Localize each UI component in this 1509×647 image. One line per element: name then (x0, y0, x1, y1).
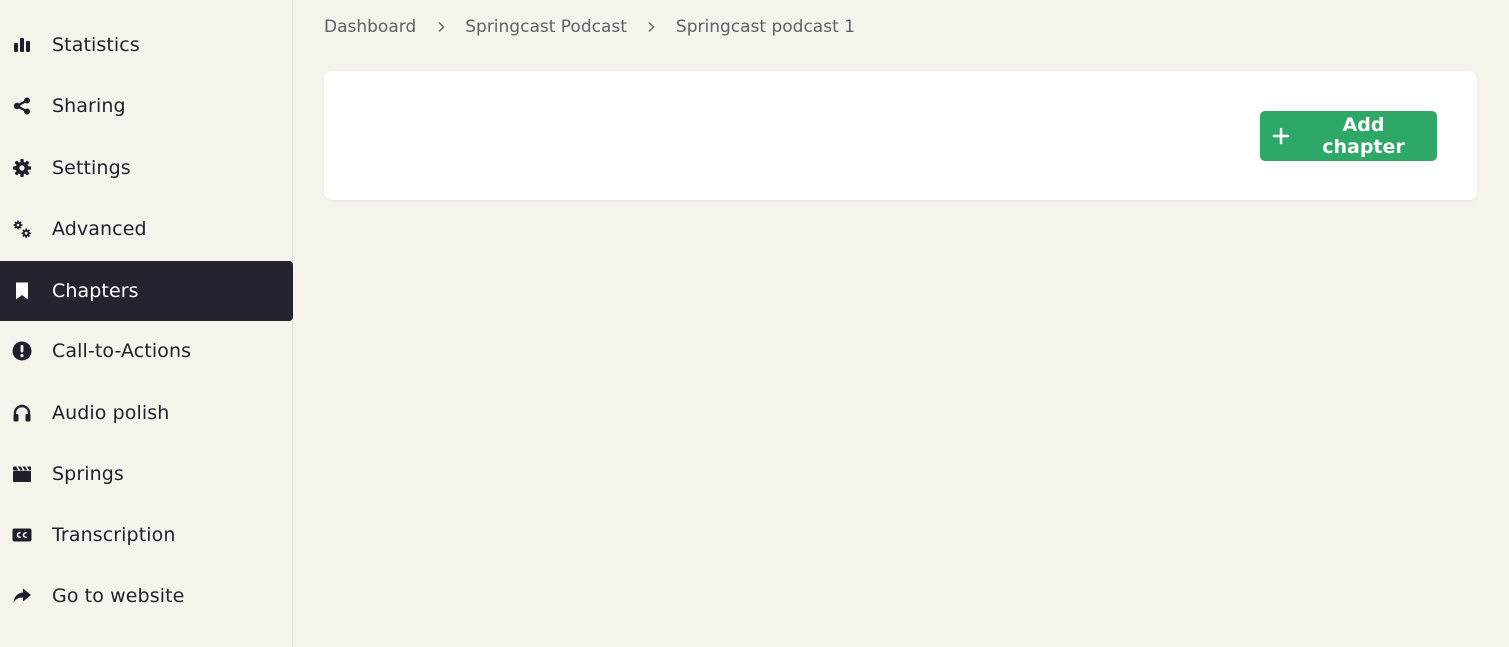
closed-captions-icon (11, 524, 33, 546)
main-content: Dashboard Springcast Podcast Springcast … (293, 0, 1509, 647)
share-icon (11, 95, 33, 117)
exclamation-circle-icon (11, 340, 33, 362)
sidebar-item-label: Settings (52, 157, 131, 179)
bookmark-icon (11, 280, 33, 302)
bar-chart-icon (11, 34, 33, 56)
gears-icon (11, 218, 33, 240)
chevron-right-icon (627, 16, 676, 38)
share-arrow-icon (11, 585, 33, 607)
breadcrumb-episode[interactable]: Springcast podcast 1 (676, 17, 855, 37)
sidebar-item-settings[interactable]: Settings (0, 138, 293, 198)
breadcrumb-dashboard[interactable]: Dashboard (324, 17, 416, 37)
sidebar: Statistics Sharing Settings Advanced Cha… (0, 0, 293, 647)
plus-icon (1272, 127, 1290, 145)
add-chapter-label: Add chapter (1322, 114, 1405, 158)
add-chapter-button[interactable]: Add chapter (1260, 111, 1437, 161)
sidebar-item-springs[interactable]: Springs (0, 444, 293, 504)
breadcrumb: Dashboard Springcast Podcast Springcast … (324, 16, 855, 38)
sidebar-item-transcription[interactable]: Transcription (0, 505, 293, 565)
headphones-icon (11, 402, 33, 424)
sidebar-item-sharing[interactable]: Sharing (0, 76, 293, 136)
gear-icon (11, 157, 33, 179)
sidebar-item-go-to-website[interactable]: Go to website (0, 566, 293, 626)
sidebar-item-label: Advanced (52, 218, 147, 240)
sidebar-item-label: Springs (52, 463, 124, 485)
chevron-right-icon (416, 16, 465, 38)
sidebar-item-label: Audio polish (52, 402, 170, 424)
sidebar-item-statistics[interactable]: Statistics (0, 15, 293, 75)
chapters-card: Add chapter (324, 71, 1477, 200)
sidebar-item-label: Go to website (52, 585, 185, 607)
sidebar-item-label: Call-to-Actions (52, 340, 192, 362)
breadcrumb-podcast[interactable]: Springcast Podcast (465, 17, 627, 37)
sidebar-item-label: Chapters (52, 280, 139, 302)
clapperboard-icon (11, 463, 33, 485)
sidebar-item-label: Transcription (52, 524, 176, 546)
sidebar-item-label: Statistics (52, 34, 140, 56)
sidebar-item-chapters[interactable]: Chapters (0, 261, 293, 321)
sidebar-item-label: Sharing (52, 95, 126, 117)
sidebar-item-audio-polish[interactable]: Audio polish (0, 383, 293, 443)
sidebar-item-advanced[interactable]: Advanced (0, 199, 293, 259)
sidebar-item-call-to-actions[interactable]: Call-to-Actions (0, 321, 293, 381)
